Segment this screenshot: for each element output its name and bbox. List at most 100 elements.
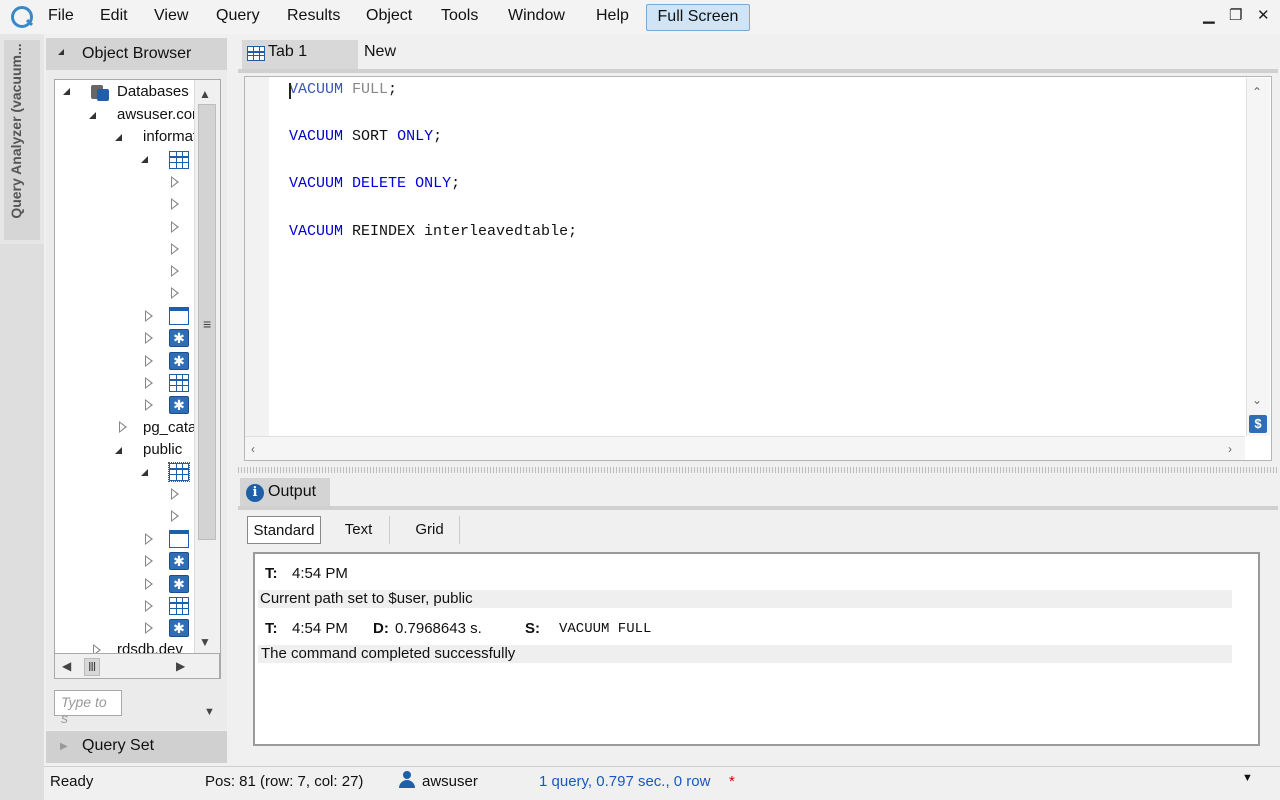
menu-file[interactable]: File [48, 7, 74, 27]
tree-item-connection[interactable]: awsuser.cor [117, 106, 197, 126]
menu-window[interactable]: Window [508, 7, 565, 27]
minimize-icon[interactable]: ▁ [1203, 6, 1215, 24]
expand-right-icon[interactable]: ▶ [60, 741, 68, 752]
expand-open-icon[interactable] [115, 134, 122, 141]
expand-closed-icon[interactable] [171, 488, 180, 500]
scroll-left-icon[interactable]: ‹ [251, 441, 255, 457]
table-icon [169, 374, 189, 392]
expand-closed-icon[interactable] [145, 332, 154, 344]
close-icon[interactable]: ✕ [1257, 6, 1270, 24]
expand-closed-icon[interactable] [145, 310, 154, 322]
code-text: ; [568, 223, 578, 240]
tab-output-label[interactable]: Output [268, 483, 316, 501]
expand-open-icon[interactable] [141, 156, 148, 163]
code-keyword: ONLY [397, 128, 434, 145]
scroll-grip-icon[interactable]: ≡ [203, 316, 211, 332]
scroll-up-icon[interactable]: ▲ [199, 86, 211, 102]
expand-closed-icon[interactable] [145, 355, 154, 367]
time-value: 4:54 PM [292, 565, 348, 582]
code-text: REINDEX interleavedtable [352, 223, 569, 240]
expand-closed-icon[interactable] [145, 578, 154, 590]
object-filter-input[interactable]: Type to s [54, 690, 122, 726]
expand-closed-icon[interactable] [145, 377, 154, 389]
status-dropdown-icon[interactable]: ▼ [1242, 772, 1253, 784]
subtab-grid[interactable]: Grid [400, 516, 460, 544]
code-line-2[interactable]: VACUUM SORT ONLY; [289, 128, 442, 145]
menu-query[interactable]: Query [216, 7, 260, 27]
code-keyword: ONLY [415, 175, 452, 192]
code-line-3[interactable]: VACUUM DELETE ONLY; [289, 175, 460, 192]
table-icon [169, 151, 189, 169]
databases-icon [89, 83, 109, 101]
code-text: ; [388, 81, 398, 98]
status-position: Pos: 81 (row: 7, col: 27) [205, 773, 364, 790]
expand-closed-icon[interactable] [171, 176, 180, 188]
filter-dropdown-icon[interactable]: ▼ [204, 706, 215, 718]
scroll-right-icon[interactable]: › [1228, 441, 1232, 457]
code-line-4[interactable]: VACUUM REINDEX interleavedtable; [289, 223, 577, 240]
menu-edit[interactable]: Edit [100, 7, 128, 27]
object-browser-title: Object Browser [82, 45, 192, 62]
expand-closed-icon[interactable] [171, 221, 180, 233]
menu-view[interactable]: View [154, 7, 188, 27]
status-summary: 1 query, 0.797 sec., 0 row [539, 773, 711, 790]
code-keyword: VACUUM [289, 81, 344, 98]
code-keyword: DELETE [352, 175, 407, 192]
editor-horizontal-scrollbar[interactable] [245, 436, 1245, 460]
expand-closed-icon[interactable] [145, 555, 154, 567]
expand-closed-icon[interactable] [145, 600, 154, 612]
tree-horizontal-scrollbar[interactable] [54, 653, 220, 679]
status-user: awsuser [422, 773, 478, 790]
output-tabstrip [238, 476, 1278, 508]
time-value: 4:54 PM [292, 620, 348, 637]
restore-icon[interactable]: ❐ [1229, 6, 1242, 24]
scroll-down-icon[interactable]: ⌄ [1252, 392, 1262, 408]
tree-item-schema-information[interactable]: informat [143, 128, 197, 148]
code-text: ; [451, 175, 461, 192]
menu-object[interactable]: Object [366, 7, 412, 27]
scroll-up-icon[interactable]: ⌃ [1252, 84, 1262, 100]
table-icon [169, 597, 189, 615]
scroll-right-icon[interactable]: ▶ [176, 658, 185, 674]
tree-item-schema-pg-catalog[interactable]: pg_cata [143, 419, 196, 439]
expand-open-icon[interactable] [141, 469, 148, 476]
expand-open-icon[interactable] [89, 112, 96, 119]
expand-closed-icon[interactable] [171, 243, 180, 255]
tree-item-schema-public[interactable]: public [143, 441, 182, 461]
expand-closed-icon[interactable] [171, 265, 180, 277]
expand-closed-icon[interactable] [145, 622, 154, 634]
expand-closed-icon[interactable] [145, 399, 154, 411]
code-line-1[interactable]: VACUUM FULL; [289, 81, 397, 98]
menu-help[interactable]: Help [596, 7, 629, 27]
view-icon [169, 530, 189, 548]
collapse-arrow-icon[interactable] [58, 49, 64, 55]
tab-1-label[interactable]: Tab 1 [268, 43, 307, 61]
expand-closed-icon[interactable] [171, 287, 180, 299]
expand-closed-icon[interactable] [171, 510, 180, 522]
function-gear-icon: ✱ [169, 575, 189, 593]
user-icon [398, 771, 416, 789]
tab-table-icon [247, 46, 265, 61]
menu-results[interactable]: Results [287, 7, 340, 27]
menu-tools[interactable]: Tools [441, 7, 478, 27]
scroll-left-icon[interactable]: ◀ [62, 658, 71, 674]
scroll-down-icon[interactable]: ▼ [199, 634, 211, 650]
expand-open-icon[interactable] [115, 447, 122, 454]
split-editor-icon[interactable]: $ [1249, 415, 1267, 433]
subtab-text[interactable]: Text [328, 516, 390, 544]
scroll-hgrip-icon[interactable]: Ⅲ [84, 658, 101, 676]
code-text: SORT [352, 128, 389, 145]
expand-open-icon[interactable] [63, 88, 70, 95]
text-cursor [289, 83, 291, 99]
tree-item-databases[interactable]: Databases [117, 83, 189, 103]
table-icon-selected[interactable] [168, 462, 190, 482]
expand-closed-icon[interactable] [171, 198, 180, 210]
editor-vertical-scrollbar[interactable] [1246, 78, 1270, 436]
view-icon [169, 307, 189, 325]
full-screen-button[interactable]: Full Screen [646, 4, 750, 31]
expand-closed-icon[interactable] [119, 421, 128, 433]
pane-splitter[interactable] [238, 467, 1278, 473]
expand-closed-icon[interactable] [145, 533, 154, 545]
tab-new[interactable]: New [364, 43, 396, 61]
subtab-standard[interactable]: Standard [247, 516, 321, 544]
